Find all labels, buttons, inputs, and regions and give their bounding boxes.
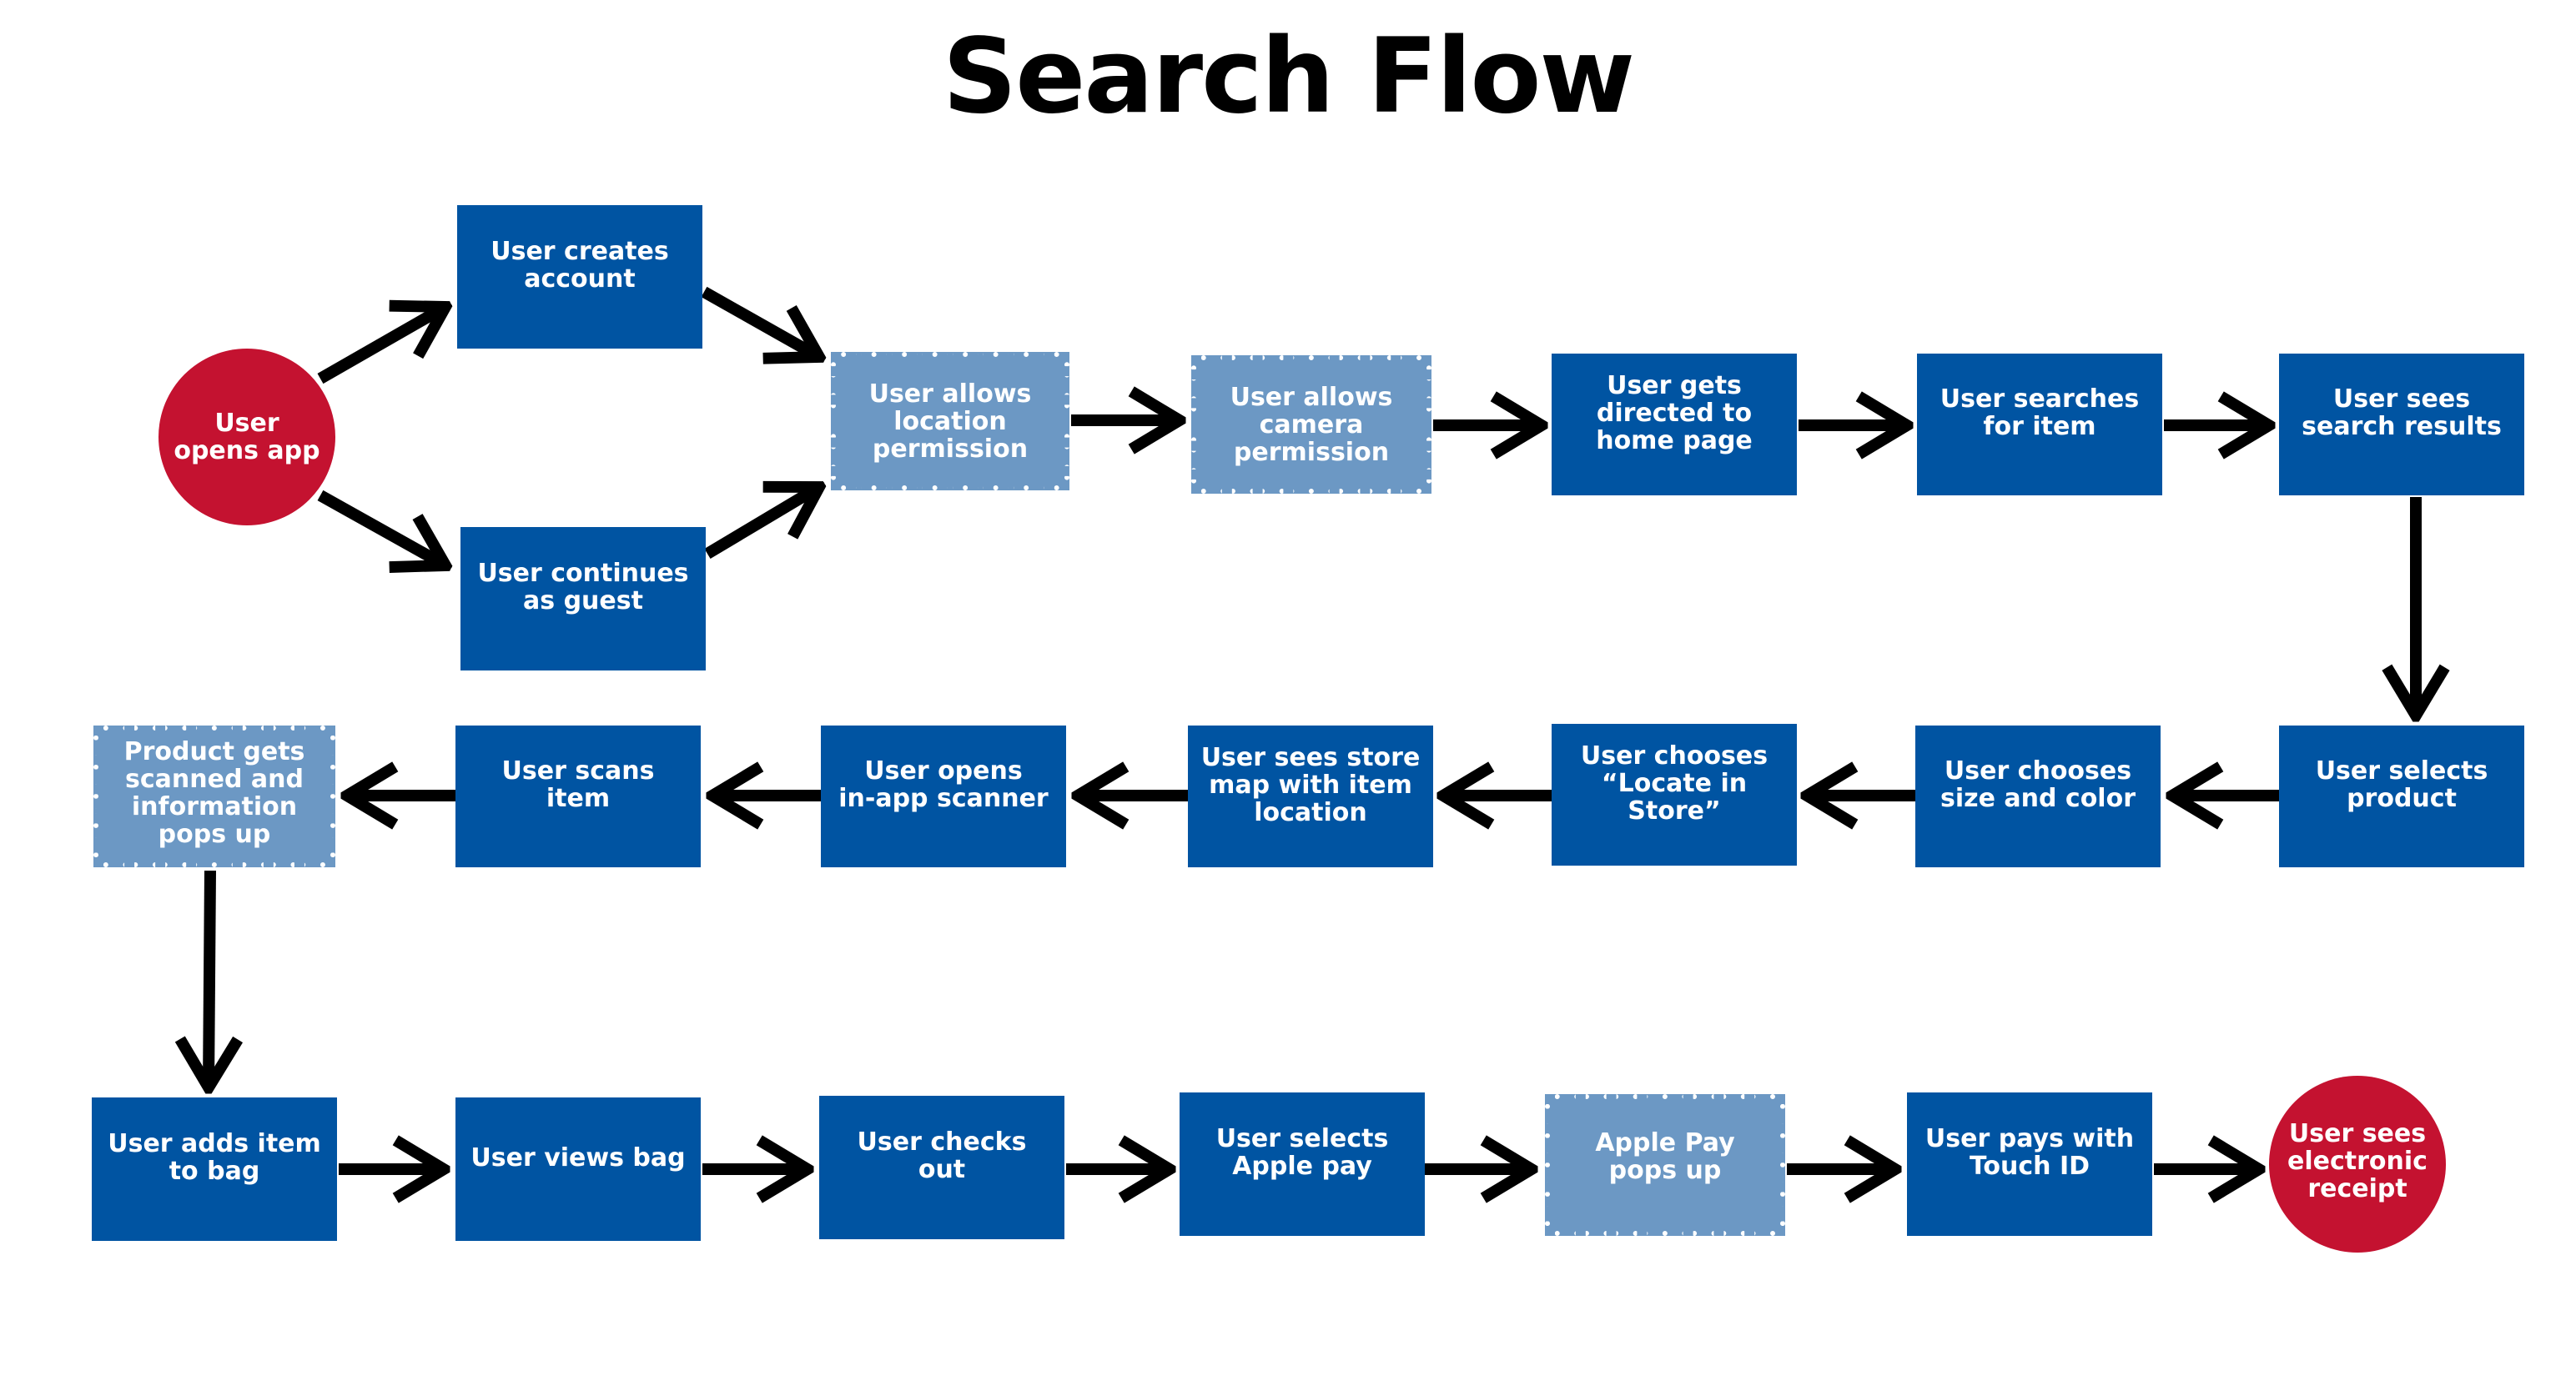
node-add-to-bag[interactable]: User adds item to bag bbox=[92, 1097, 337, 1241]
node-touch-id[interactable]: User pays with Touch ID bbox=[1907, 1092, 2152, 1236]
node-store-map[interactable]: User sees store map with item location bbox=[1188, 726, 1433, 867]
node-search-results[interactable]: User sees search results bbox=[2279, 354, 2524, 495]
node-allow-location[interactable]: User allows location permission bbox=[831, 352, 1069, 490]
node-check-out[interactable]: User checks out bbox=[819, 1096, 1064, 1239]
node-select-apple-pay[interactable]: User selects Apple pay bbox=[1180, 1092, 1425, 1236]
node-search-item[interactable]: User searches for item bbox=[1917, 354, 2162, 495]
arrow-start-to-continue-guest bbox=[317, 490, 445, 565]
node-view-bag[interactable]: User views bag bbox=[455, 1097, 701, 1241]
arrow-start-to-create-account bbox=[317, 307, 445, 384]
node-open-scanner[interactable]: User opens in-app scanner bbox=[821, 726, 1066, 867]
node-apple-pay-popup[interactable]: Apple Pay pops up bbox=[1545, 1094, 1785, 1236]
node-allow-camera[interactable]: User allows camera permission bbox=[1191, 355, 1431, 494]
node-size-color[interactable]: User chooses size and color bbox=[1915, 726, 2161, 867]
node-home-page[interactable]: User gets directed to home page bbox=[1552, 354, 1797, 495]
arrow-create-account-to-location bbox=[701, 286, 819, 357]
arrow-product-scanned-to-add bbox=[209, 870, 210, 1087]
node-continue-guest[interactable]: User continues as guest bbox=[460, 527, 706, 670]
arrow-guest-to-location bbox=[704, 487, 819, 560]
node-create-account[interactable]: User creates account bbox=[457, 205, 702, 349]
node-locate-in-store[interactable]: User chooses “Locate in Store” bbox=[1552, 724, 1797, 866]
node-scan-item[interactable]: User scans item bbox=[455, 726, 701, 867]
node-select-product[interactable]: User selects product bbox=[2279, 726, 2524, 867]
node-user-opens-app[interactable]: User opens app bbox=[158, 349, 335, 525]
node-electronic-receipt[interactable]: User sees electronic receipt bbox=[2269, 1076, 2446, 1253]
node-product-scanned[interactable]: Product gets scanned and information pop… bbox=[93, 726, 335, 867]
